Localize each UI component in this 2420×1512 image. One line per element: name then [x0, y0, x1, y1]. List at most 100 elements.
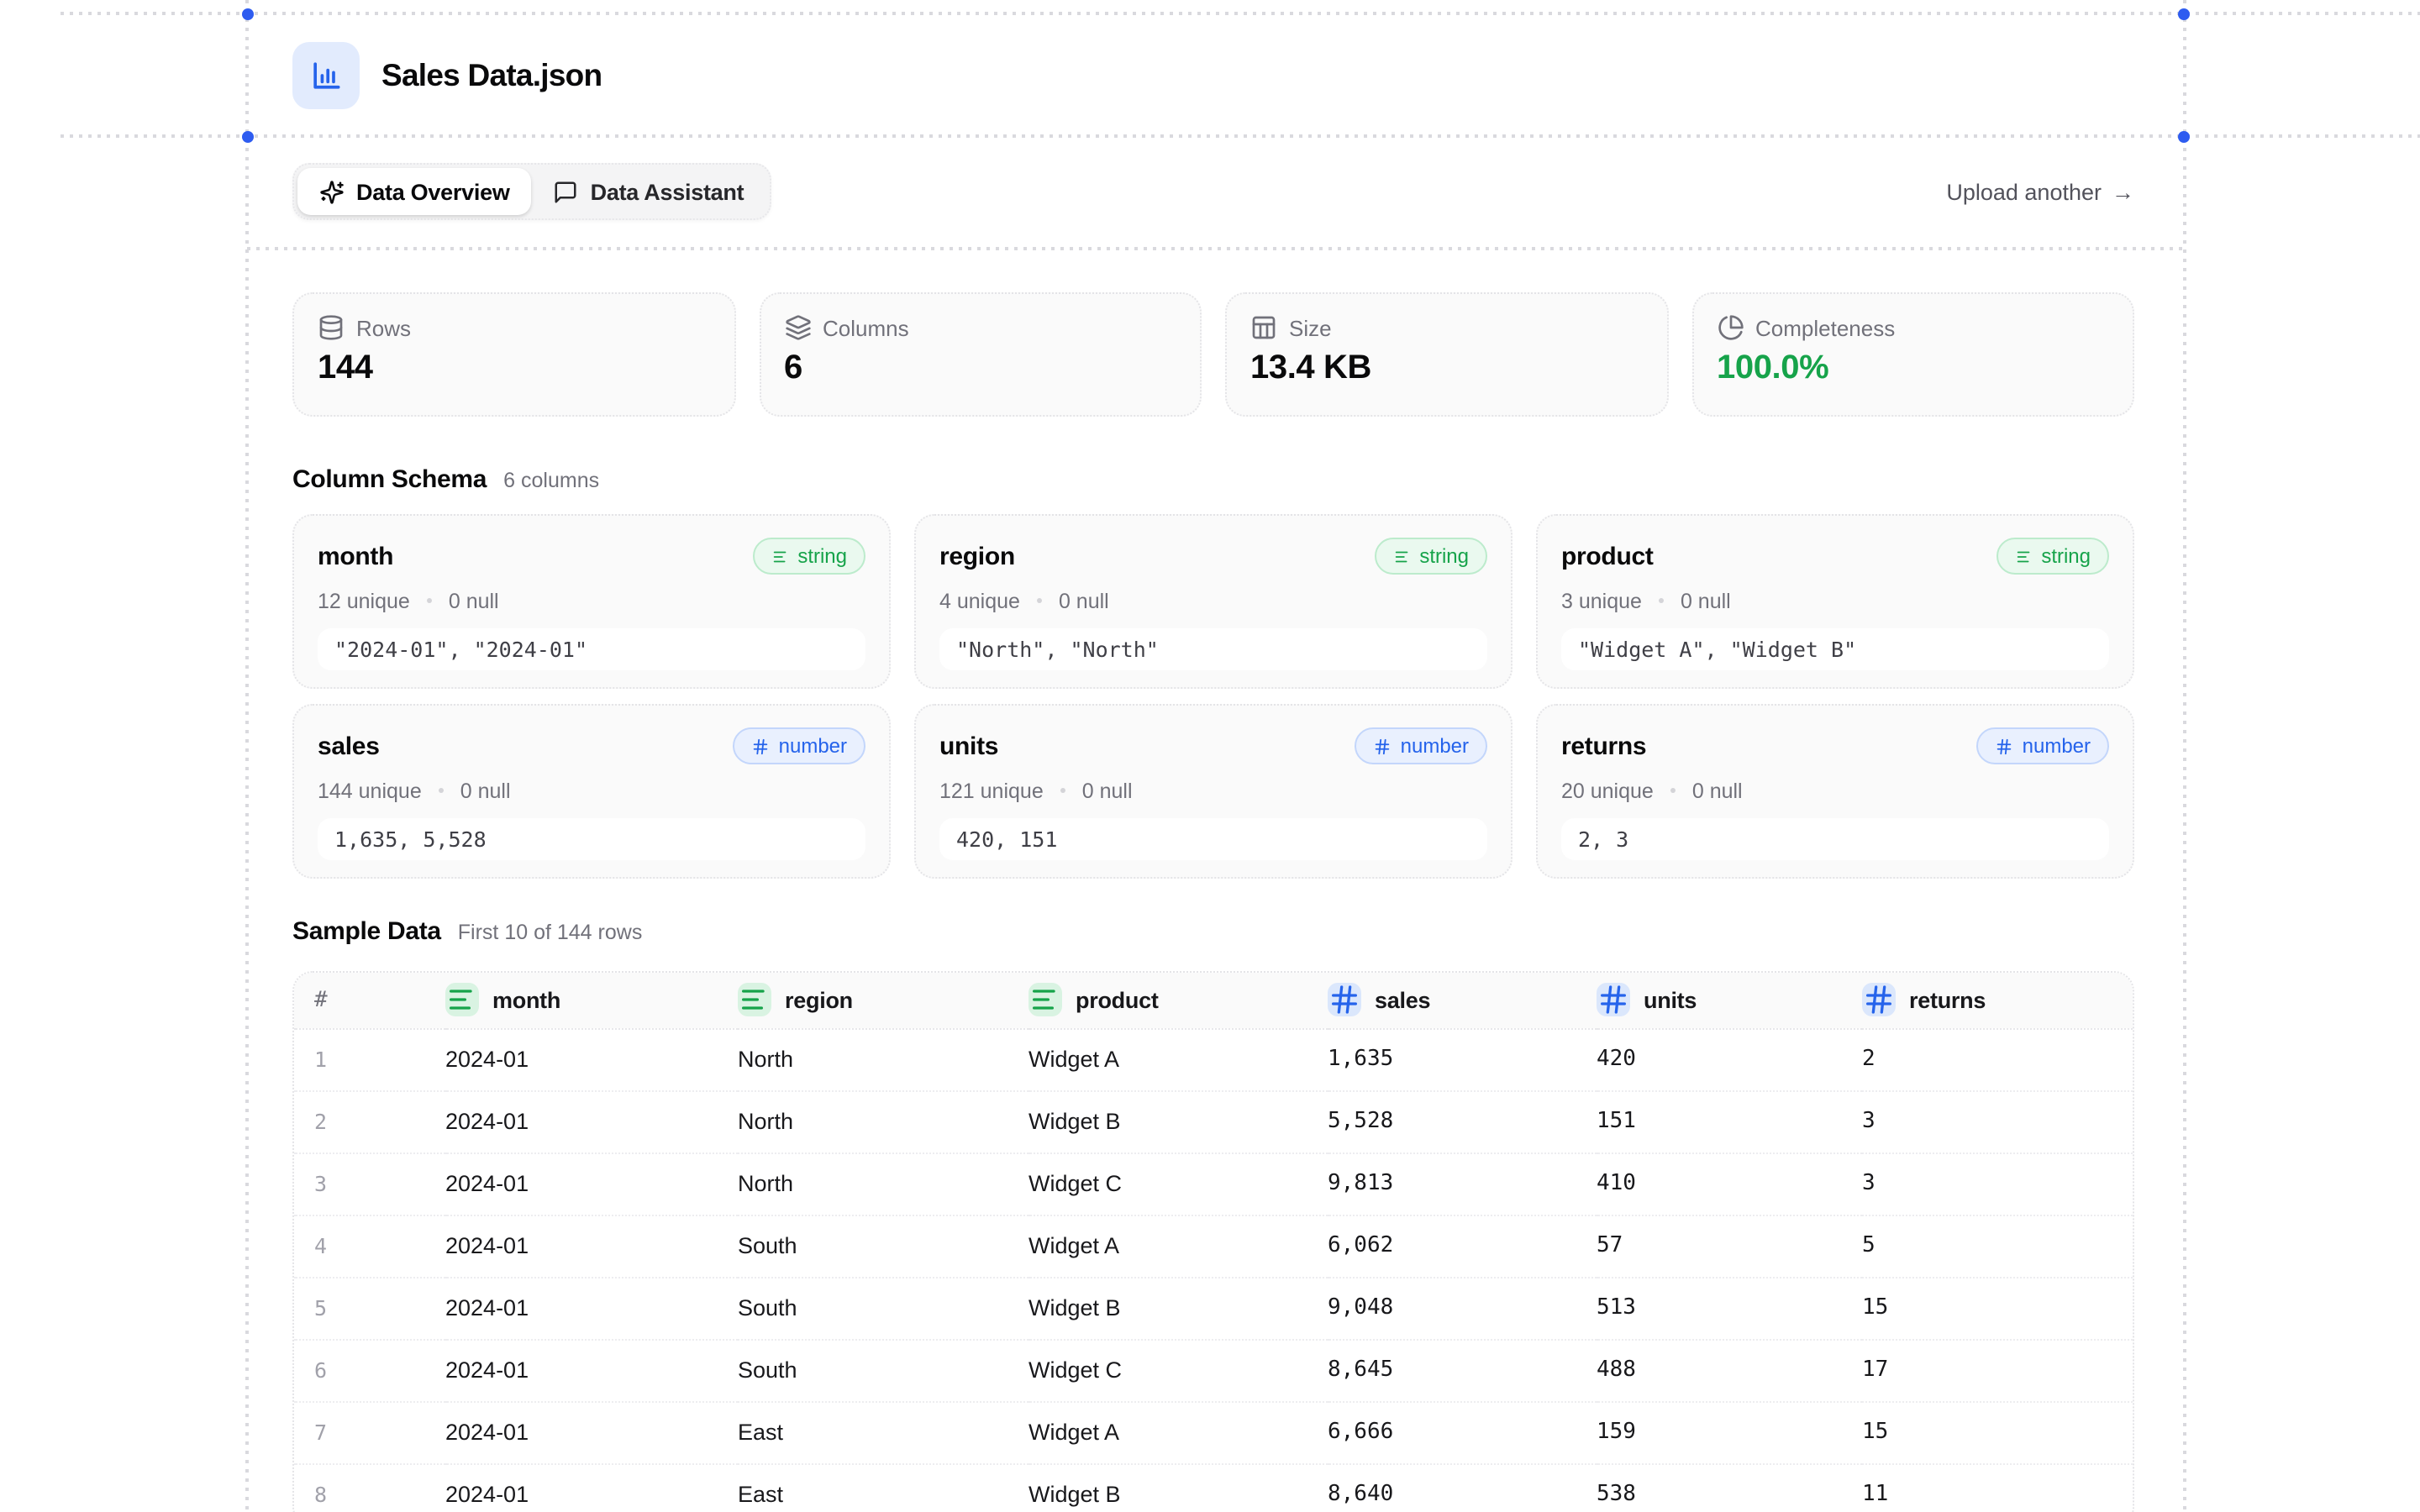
unique-count: 4 unique [939, 589, 1020, 612]
stat-label: Completeness [1755, 315, 1895, 340]
section-subtitle: First 10 of 144 rows [458, 921, 643, 944]
guide-line-right [2183, 0, 2186, 1512]
column-name: month [318, 542, 393, 570]
stat-label: Rows [356, 315, 411, 340]
table-cell: North [738, 1090, 1028, 1152]
column-header-label: units [1644, 988, 1697, 1013]
table-cell: 2024-01 [445, 1090, 738, 1152]
align-left-icon [2014, 547, 2033, 565]
sample-data-table-card: #monthregionproductsalesunitsreturns 120… [292, 971, 2134, 1512]
table-cell: 2024-01 [445, 1215, 738, 1277]
column-header-sales: sales [1328, 973, 1597, 1028]
guide-line-left [245, 0, 248, 1512]
stat-card: Size 13.4 KB [1225, 292, 1668, 417]
null-count: 0 null [460, 779, 511, 802]
dot-separator-icon [427, 598, 432, 603]
table-row: 22024-01NorthWidget B5,5281513 [294, 1090, 2133, 1152]
guide-anchor-dot[interactable] [2178, 8, 2190, 19]
dot-separator-icon [1037, 598, 1042, 603]
column-name: product [1561, 542, 1654, 570]
column-name: returns [1561, 732, 1646, 760]
chart-pie-icon [1717, 314, 1744, 341]
type-badge-label: number [779, 734, 847, 758]
guide-anchor-dot[interactable] [242, 130, 254, 142]
toolbar: Data Overview Data Assistant Upload anot… [292, 163, 2134, 220]
column-header-label: product [1076, 988, 1159, 1013]
guide-anchor-dot[interactable] [242, 8, 254, 19]
type-badge: string [1996, 538, 2109, 575]
tab-data-overview[interactable]: Data Overview [297, 168, 532, 215]
hash-icon [1597, 984, 1630, 1017]
align-left-icon [1392, 547, 1411, 565]
column-meta: 12 unique 0 null [318, 586, 865, 615]
table-row: 12024-01NorthWidget A1,6354202 [294, 1028, 2133, 1090]
hash-icon [1374, 737, 1392, 755]
upload-another-label: Upload another [1946, 179, 2102, 204]
table-cell: South [738, 1215, 1028, 1277]
table-cell: 5 [1862, 1215, 2133, 1277]
row-index-cell: 6 [294, 1339, 445, 1401]
column-header-region: region [738, 973, 1028, 1028]
index-column-header: # [294, 973, 445, 1028]
hash-icon [1996, 737, 2014, 755]
table-cell: North [738, 1028, 1028, 1090]
upload-another-link[interactable]: Upload another → [1946, 179, 2134, 204]
column-name: units [939, 732, 998, 760]
stat-card: Rows 144 [292, 292, 735, 417]
column-meta: 121 unique 0 null [939, 776, 1487, 805]
table-cell: 17 [1862, 1339, 2133, 1401]
table-cell: 2024-01 [445, 1028, 738, 1090]
table-cell: East [738, 1463, 1028, 1512]
table-cell: 1,635 [1328, 1028, 1597, 1090]
table-cell: 513 [1597, 1277, 1862, 1339]
hash-icon [752, 737, 771, 755]
table-cell: South [738, 1277, 1028, 1339]
table-cell: Widget B [1028, 1277, 1328, 1339]
schema-column-card: region string 4 unique 0 null "North", "… [914, 514, 1512, 689]
table-cell: 8,640 [1328, 1463, 1597, 1512]
stat-card: Completeness 100.0% [1691, 292, 2134, 417]
table-cell: Widget A [1028, 1401, 1328, 1463]
table-cell: 2024-01 [445, 1401, 738, 1463]
message-square-icon [554, 179, 579, 204]
dot-separator-icon [1060, 788, 1065, 793]
row-index-cell: 5 [294, 1277, 445, 1339]
type-badge: string [1374, 538, 1487, 575]
table-header-row: #monthregionproductsalesunitsreturns [294, 973, 2133, 1028]
type-badge-label: string [2041, 544, 2091, 568]
table-cell: 2 [1862, 1028, 2133, 1090]
table-cell: 2024-01 [445, 1463, 738, 1512]
layers-icon [784, 314, 811, 341]
table-cell: Widget A [1028, 1215, 1328, 1277]
unique-count: 12 unique [318, 589, 410, 612]
table-row: 62024-01SouthWidget C8,64548817 [294, 1339, 2133, 1401]
table-cell: East [738, 1401, 1028, 1463]
column-meta: 144 unique 0 null [318, 776, 865, 805]
tab-label: Data Overview [356, 179, 510, 204]
file-icon-glyph [308, 57, 345, 94]
guide-line-header-bottom [60, 134, 2420, 137]
tab-data-assistant[interactable]: Data Assistant [532, 168, 766, 215]
sample-data-table: #monthregionproductsalesunitsreturns 120… [294, 973, 2133, 1512]
null-count: 0 null [1692, 779, 1743, 802]
table-row: 72024-01EastWidget A6,66615915 [294, 1401, 2133, 1463]
type-badge: number [734, 727, 865, 764]
guide-anchor-dot[interactable] [2178, 130, 2190, 142]
table-cell: 6,062 [1328, 1215, 1597, 1277]
table-cell: 8,645 [1328, 1339, 1597, 1401]
unique-count: 144 unique [318, 779, 422, 802]
null-count: 0 null [1082, 779, 1133, 802]
table-cell: 11 [1862, 1463, 2133, 1512]
table-cell: 57 [1597, 1215, 1862, 1277]
column-header-label: region [785, 988, 853, 1013]
sample-data-heading: Sample Data First 10 of 144 rows [292, 917, 2134, 951]
guide-line-toolbar-bottom [247, 247, 2185, 249]
table-cell: 410 [1597, 1152, 1862, 1215]
column-header-month: month [445, 973, 738, 1028]
table-cell: 15 [1862, 1401, 2133, 1463]
unique-count: 3 unique [1561, 589, 1642, 612]
null-count: 0 null [1681, 589, 1731, 612]
table-cell: Widget C [1028, 1152, 1328, 1215]
align-left-icon [738, 984, 771, 1017]
table-cell: Widget B [1028, 1463, 1328, 1512]
